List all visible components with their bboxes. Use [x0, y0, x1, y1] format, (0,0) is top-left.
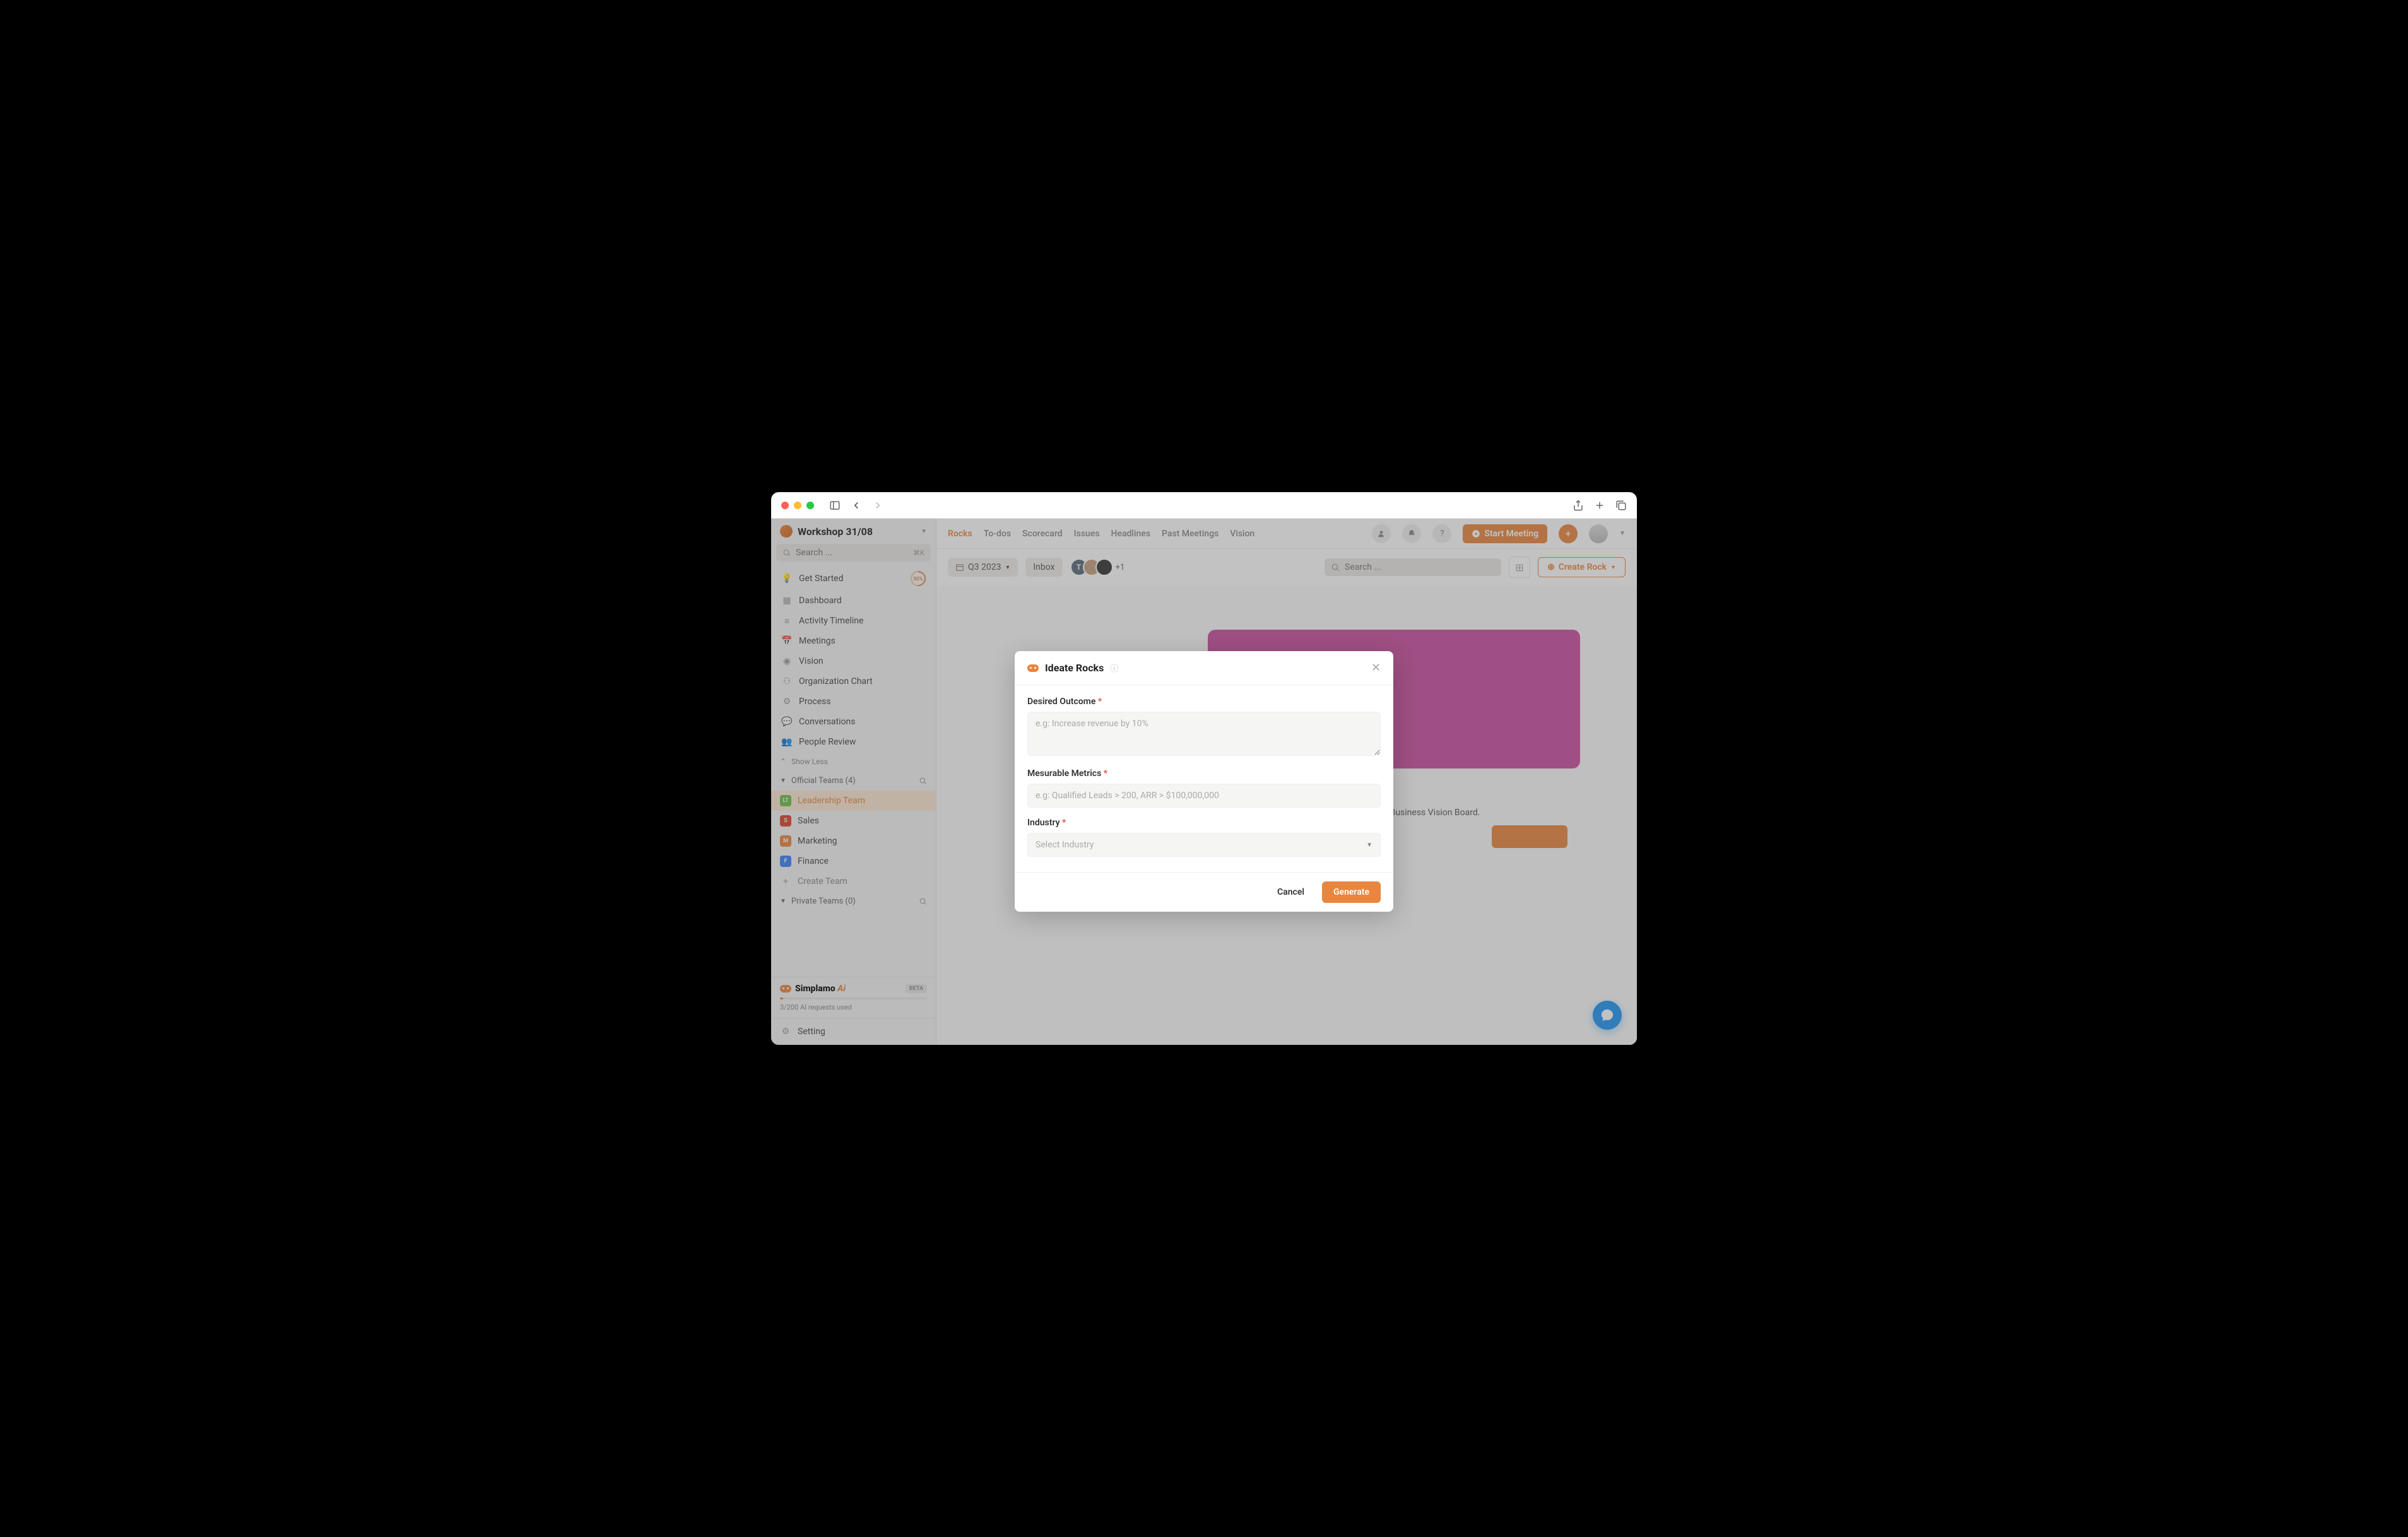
- generate-button[interactable]: Generate: [1322, 881, 1381, 903]
- ai-robot-icon: [1027, 664, 1039, 672]
- chevron-down-icon: ▼: [1366, 842, 1372, 849]
- sidebar-toggle-icon[interactable]: [829, 500, 841, 511]
- maximize-window-icon[interactable]: [806, 502, 814, 509]
- ideate-rocks-modal: Ideate Rocks ⓘ ✕ Desired Outcome * Mesur…: [1015, 651, 1393, 912]
- modal-header: Ideate Rocks ⓘ ✕: [1015, 651, 1393, 685]
- industry-label: Industry *: [1027, 818, 1381, 828]
- modal-title: Ideate Rocks: [1045, 662, 1104, 674]
- window-controls: [781, 502, 814, 509]
- modal-overlay[interactable]: Ideate Rocks ⓘ ✕ Desired Outcome * Mesur…: [771, 519, 1637, 1045]
- cancel-button[interactable]: Cancel: [1267, 881, 1314, 903]
- measurable-metrics-label: Mesurable Metrics *: [1027, 768, 1381, 779]
- close-icon[interactable]: ✕: [1371, 661, 1381, 674]
- desired-outcome-label: Desired Outcome *: [1027, 697, 1381, 707]
- app-window: Workshop 31/08 ▼ ⌘K 💡 Get Started 50% ▦D…: [771, 492, 1637, 1045]
- industry-placeholder: Select Industry: [1036, 840, 1094, 850]
- minimize-window-icon[interactable]: [794, 502, 801, 509]
- industry-select[interactable]: Select Industry ▼: [1027, 833, 1381, 857]
- desired-outcome-input[interactable]: [1027, 712, 1381, 756]
- new-tab-icon[interactable]: [1594, 500, 1605, 511]
- help-icon[interactable]: ⓘ: [1110, 662, 1118, 674]
- tabs-icon[interactable]: [1615, 500, 1627, 511]
- share-icon[interactable]: [1573, 500, 1584, 511]
- nav-forward-icon: [872, 500, 883, 511]
- nav-back-icon[interactable]: [851, 500, 862, 511]
- measurable-metrics-input[interactable]: [1027, 784, 1381, 808]
- close-window-icon[interactable]: [781, 502, 789, 509]
- titlebar: [771, 492, 1637, 519]
